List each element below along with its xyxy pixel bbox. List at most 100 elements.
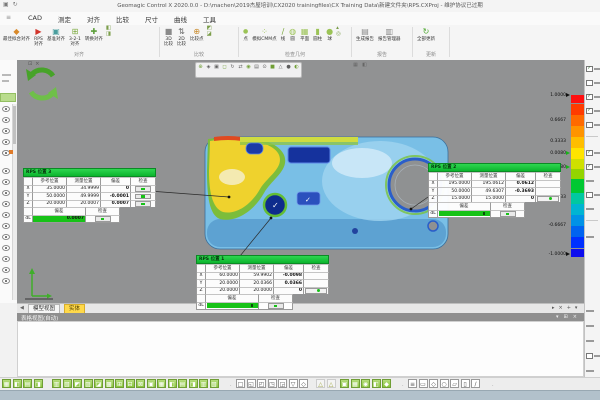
viewport-tool-icon-11[interactable]: ●: [285, 64, 292, 71]
compare-point-button[interactable]: ⊕比较点: [189, 25, 205, 43]
vp_toolbar2-icon-0[interactable]: ▦: [352, 62, 359, 69]
tab-control-icon-0[interactable]: ▸: [552, 305, 555, 311]
bottom_g2-icon-4[interactable]: ◪: [94, 379, 103, 388]
bottom_g1-icon-3[interactable]: ◨: [34, 379, 43, 388]
bottom_g2-icon-8[interactable]: ⊠: [136, 379, 145, 388]
compare-extra-buttons[interactable]: ◩◪: [207, 25, 212, 37]
bottom_g2-icon-0[interactable]: ▥: [52, 379, 61, 388]
cylinder-button[interactable]: ▮圆柱: [312, 25, 323, 43]
bottom_g3-icon-4[interactable]: ◲: [278, 379, 287, 388]
checkbox-checked-icon[interactable]: ✓: [586, 150, 593, 157]
transform-align-button[interactable]: ✚转换对齐: [84, 25, 104, 43]
panel-close-icon[interactable]: ×: [573, 314, 577, 320]
tree-visibility-toggle[interactable]: [2, 150, 10, 158]
rps-table-3[interactable]: RPS 位置 3参考位置测量位置偏差检查X35.000034.99990Y50.…: [23, 168, 156, 223]
app-menu-icon[interactable]: ≡: [6, 14, 11, 21]
tab-scroll-left-icon[interactable]: ◀: [20, 305, 24, 311]
menu-item-对齐[interactable]: 对齐: [87, 14, 100, 24]
bottom_g5-icon-0[interactable]: ▣: [340, 379, 349, 388]
panel-pin-icon[interactable]: ⊞: [564, 314, 568, 320]
bottom_g6-icon-6[interactable]: ∕: [471, 379, 480, 388]
checkbox-unchecked-icon[interactable]: [586, 353, 593, 360]
point-button[interactable]: ●点: [242, 25, 249, 43]
viewport-tool-icon-4[interactable]: ↻: [229, 64, 236, 71]
checkbox-checked-icon[interactable]: ✓: [586, 164, 593, 171]
bottom_g2-icon-2[interactable]: ◩: [73, 379, 82, 388]
tree-visibility-toggle[interactable]: [2, 234, 10, 242]
bottom_g2-icon-13[interactable]: ◨: [189, 379, 198, 388]
sphere-button[interactable]: ●球: [325, 25, 334, 43]
menu-item-CAD[interactable]: CAD: [28, 14, 42, 24]
best-fit-align-button[interactable]: ◆最佳拟合对齐: [2, 25, 31, 43]
bottom_g5-icon-4[interactable]: ◆: [382, 379, 391, 388]
tree-visibility-toggle[interactable]: [2, 223, 10, 231]
tab-control-icon-3[interactable]: ▾: [575, 305, 578, 311]
bottom_g5-icon-2[interactable]: ◉: [361, 379, 370, 388]
bottom_g2-icon-9[interactable]: ▣: [147, 379, 156, 388]
panel-menu-icon[interactable]: ▾: [556, 314, 559, 320]
bottom_g1-icon-1[interactable]: ◧: [13, 379, 22, 388]
viewport-tool-icon-1[interactable]: ◈: [205, 64, 212, 71]
tree-visibility-toggle[interactable]: [2, 267, 10, 275]
bottom_g1-icon-0[interactable]: ▦: [2, 379, 11, 388]
align-extra-buttons[interactable]: ◧◨: [106, 25, 111, 37]
tree-visibility-toggle[interactable]: [2, 106, 10, 114]
bottom_g1-icon-2[interactable]: ▤: [23, 379, 32, 388]
bottom_g3-icon-1[interactable]: ◱: [247, 379, 256, 388]
viewport-tool-icon-7[interactable]: ▤: [253, 64, 260, 71]
bottom_g6-icon-0[interactable]: ≡: [408, 379, 417, 388]
viewport-tool-icon-10[interactable]: △: [277, 64, 284, 71]
tree-visibility-toggle[interactable]: [2, 179, 10, 187]
3d-compare-button[interactable]: ■3D 比较: [163, 25, 174, 48]
vp_toolbar2-icon-1[interactable]: ◧: [361, 62, 368, 69]
panel-pin-icon[interactable]: ⊡: [28, 61, 32, 67]
plane-button[interactable]: ▦平面: [299, 25, 310, 43]
tab-control-icon-1[interactable]: ×: [559, 305, 563, 311]
bottom_g3-icon-0[interactable]: □: [236, 379, 245, 388]
viewport-tool-icon-2[interactable]: ▣: [213, 64, 220, 71]
tree-visibility-toggle[interactable]: [2, 201, 10, 209]
tree-visibility-toggle[interactable]: [2, 278, 10, 286]
circle-button[interactable]: ◍圆: [288, 25, 297, 43]
bottom_g2-icon-15[interactable]: ▧: [210, 379, 219, 388]
bottom_g6-icon-2[interactable]: ◇: [429, 379, 438, 388]
bottom_g2-icon-10[interactable]: ▦: [157, 379, 166, 388]
checkbox-unchecked-icon[interactable]: [586, 192, 593, 199]
viewport-tool-icon-12[interactable]: ◐: [293, 64, 300, 71]
bottom_g2-icon-6[interactable]: ⊞: [115, 379, 124, 388]
rps-table-2[interactable]: RPS 位置 2参考位置测量位置偏差检查X195.0000195.06120.0…: [428, 163, 561, 218]
datum-align-button[interactable]: ▣基准对齐: [46, 25, 66, 43]
checkbox-unchecked-icon[interactable]: [586, 122, 593, 129]
bottom_g4-icon-0[interactable]: △: [316, 379, 325, 388]
bottom_g3-icon-2[interactable]: ◰: [257, 379, 266, 388]
bottom_g6-icon-3[interactable]: ○: [440, 379, 449, 388]
viewport-tool-icon-6[interactable]: ◉: [245, 64, 252, 71]
bottom_g3-icon-6[interactable]: ◇: [299, 379, 308, 388]
bottom_g6-icon-1[interactable]: ▭: [419, 379, 428, 388]
bottom_g5-icon-1[interactable]: ▦: [351, 379, 360, 388]
rps-align-button[interactable]: ▶RPS 对齐: [33, 25, 44, 48]
menu-item-尺寸[interactable]: 尺寸: [145, 14, 158, 24]
viewport-tool-icon-5[interactable]: ⇄: [237, 64, 244, 71]
viewport-tool-icon-3[interactable]: ◻: [221, 64, 228, 71]
menu-item-比较[interactable]: 比较: [116, 14, 129, 24]
tree-visibility-toggle[interactable]: [2, 190, 10, 198]
menu-item-曲线[interactable]: 曲线: [174, 14, 187, 24]
bottom_g2-icon-14[interactable]: ▥: [199, 379, 208, 388]
panel-close-icon[interactable]: ×: [35, 61, 39, 67]
bottom_g2-icon-7[interactable]: ⊟: [126, 379, 135, 388]
rps-table-1[interactable]: RPS 位置 1参考位置测量位置偏差检查X60.000059.9902-0.00…: [196, 255, 329, 310]
tree-visibility-toggle[interactable]: [2, 128, 10, 136]
bottom_g2-icon-5[interactable]: ▩: [105, 379, 114, 388]
checkbox-unchecked-icon[interactable]: [586, 80, 593, 87]
bottom_g5-icon-3[interactable]: ◧: [372, 379, 381, 388]
checkbox-checked-icon[interactable]: ✓: [586, 66, 593, 73]
tree-visibility-toggle[interactable]: [2, 139, 10, 147]
bottom_g3-icon-5[interactable]: ▽: [289, 379, 298, 388]
tree-group-header[interactable]: [0, 93, 16, 102]
bottom_g2-icon-3[interactable]: ▨: [84, 379, 93, 388]
bottom_g3-icon-3[interactable]: ◳: [268, 379, 277, 388]
line-button[interactable]: ∕线: [280, 25, 287, 43]
checkbox-checked-icon[interactable]: ✓: [586, 94, 593, 101]
bottom_g2-icon-1[interactable]: ▧: [63, 379, 72, 388]
